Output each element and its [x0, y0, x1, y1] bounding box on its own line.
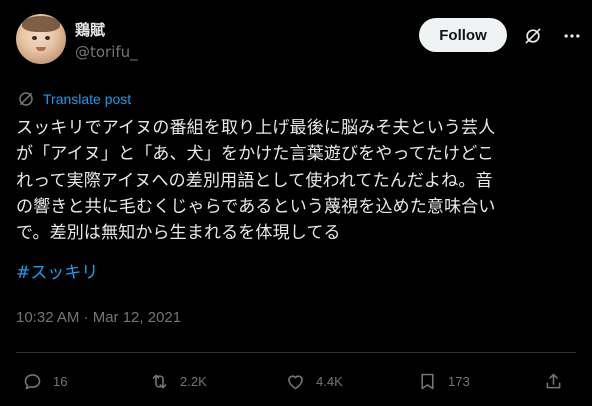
like-count: 4.4K — [316, 373, 343, 389]
follow-button[interactable]: Follow — [419, 18, 507, 52]
divider — [16, 352, 576, 353]
grok-icon[interactable] — [523, 26, 543, 46]
share-button[interactable] — [543, 366, 574, 396]
bookmark-button[interactable]: 173 — [417, 366, 470, 396]
tweet-timestamp[interactable]: 10:32 AM · Mar 12, 2021 — [16, 309, 181, 326]
share-icon — [546, 373, 561, 388]
reply-icon — [24, 373, 41, 389]
avatar[interactable] — [16, 14, 66, 64]
like-button[interactable]: 4.4K — [285, 366, 343, 396]
repost-icon — [152, 374, 167, 388]
tweet-header: 鶏賦 @torifu_ Follow — [16, 14, 580, 70]
like-icon — [288, 374, 303, 389]
repost-button[interactable]: 2.2K — [149, 366, 207, 396]
translate-label[interactable]: Translate post — [43, 91, 131, 107]
bookmark-count: 173 — [448, 373, 470, 389]
tweet-text: スッキリでアイヌの番組を取り上げ最後に脳みそ夫という芸人 が「アイヌ」と「あ、犬… — [16, 118, 496, 244]
author-handle[interactable]: @torifu_ — [75, 43, 138, 61]
hashtag-link[interactable]: #スッキリ — [16, 260, 98, 286]
translate-icon — [19, 92, 33, 106]
action-bar: 16 2.2K 4.4K 173 — [0, 366, 592, 396]
reply-count: 16 — [53, 373, 68, 389]
author-display-name[interactable]: 鶏賦 — [75, 19, 105, 40]
bookmark-icon — [421, 373, 434, 389]
reply-button[interactable]: 16 — [22, 366, 67, 396]
more-icon[interactable] — [562, 26, 582, 46]
repost-count: 2.2K — [180, 373, 207, 389]
translate-post-link[interactable]: Translate post — [17, 89, 131, 109]
